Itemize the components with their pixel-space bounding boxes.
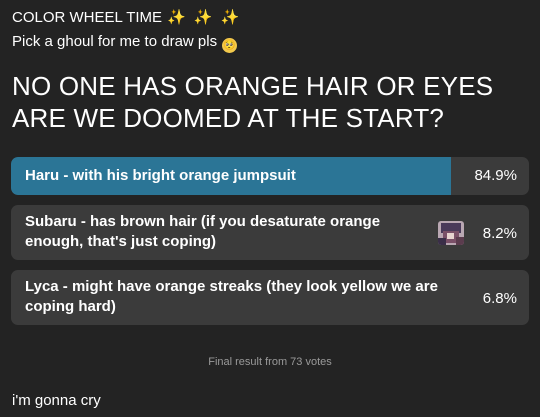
poll-option-subaru[interactable]: Subaru - has brown hair (if you desatura… bbox=[11, 205, 529, 260]
poll-option-lyca[interactable]: Lyca - might have orange streaks (they l… bbox=[11, 270, 529, 325]
poll-option-haru[interactable]: Haru - with his bright orange jumpsuit 8… bbox=[11, 157, 529, 195]
poll-option-label: Lyca - might have orange streaks (they l… bbox=[25, 278, 438, 315]
post-title: COLOR WHEEL TIME ✨ ✨ ✨ bbox=[12, 9, 241, 27]
subaru-avatar bbox=[438, 221, 464, 245]
post-subtitle: Pick a ghoul for me to draw pls 🥺 bbox=[12, 33, 238, 53]
post-title-text: COLOR WHEEL TIME bbox=[12, 9, 163, 26]
poll-option-percent: 8.2% bbox=[482, 225, 517, 242]
post-subtitle-text: Pick a ghoul for me to draw pls bbox=[12, 33, 218, 50]
poll-option-label: Haru - with his bright orange jumpsuit bbox=[25, 167, 296, 184]
poll-option-label: Subaru - has brown hair (if you desatura… bbox=[25, 213, 381, 250]
poll-result-text: Final result from 73 votes bbox=[208, 356, 332, 368]
post-caption: i'm gonna cry bbox=[12, 392, 101, 409]
sparkles-icon: ✨ ✨ ✨ bbox=[167, 9, 242, 26]
pleading-face-icon: 🥺 bbox=[222, 38, 238, 53]
poll-option-percent: 6.8% bbox=[482, 290, 517, 307]
poll-option-percent: 84.9% bbox=[474, 167, 517, 184]
poll-question: NO ONE HAS ORANGE HAIR OR EYES ARE WE DO… bbox=[12, 71, 494, 133]
